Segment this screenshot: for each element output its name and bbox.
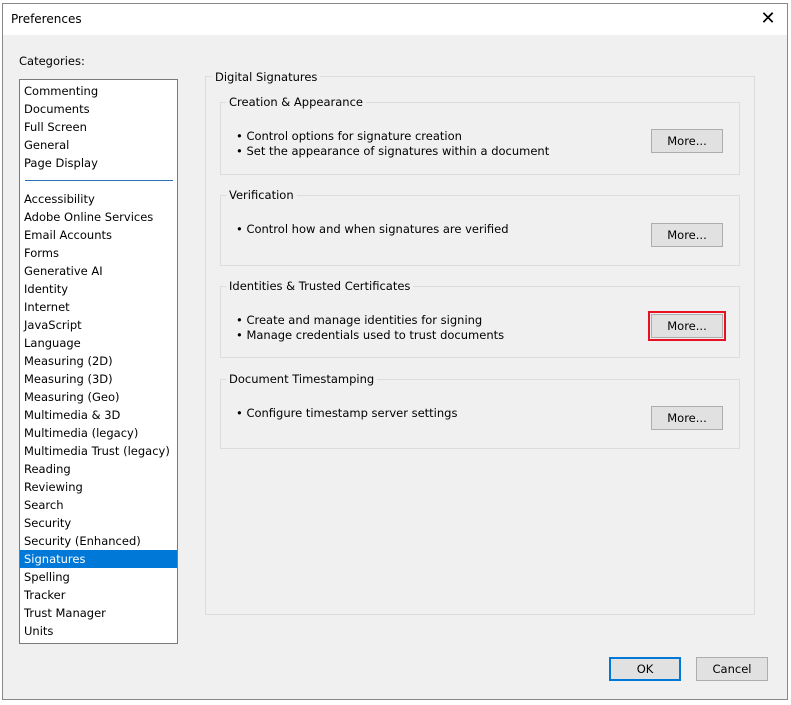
section-title: Document Timestamping [226, 372, 378, 386]
section-title: Verification [226, 188, 297, 202]
category-item[interactable]: Spelling [20, 568, 177, 586]
section-title: Identities & Trusted Certificates [226, 279, 414, 293]
section-title: Creation & Appearance [226, 95, 366, 109]
dialog-title: Preferences [11, 12, 82, 26]
category-item[interactable]: Documents [20, 100, 177, 118]
category-item[interactable]: Internet [20, 298, 177, 316]
section-line: • Set the appearance of signatures withi… [236, 144, 550, 158]
category-item[interactable]: Security (Enhanced) [20, 532, 177, 550]
section-line: • Create and manage identities for signi… [236, 313, 483, 327]
digital-signatures-group: Digital Signatures Creation & Appearance… [205, 70, 755, 615]
section-identities-certificates: Identities & Trusted Certificates • Crea… [220, 279, 740, 358]
preferences-dialog: Preferences ✕ Categories: Commenting Docu… [2, 3, 788, 700]
categories-label: Categories: [19, 54, 85, 68]
verification-more-button[interactable]: More... [651, 223, 723, 247]
creation-more-button[interactable]: More... [651, 129, 723, 153]
section-line: • Control options for signature creation [236, 129, 462, 143]
category-item[interactable]: Search [20, 496, 177, 514]
category-item[interactable]: Tracker [20, 586, 177, 604]
section-line: • Configure timestamp server settings [236, 406, 458, 420]
section-line: • Control how and when signatures are ve… [236, 222, 509, 236]
section-document-timestamping: Document Timestamping • Configure timest… [220, 372, 740, 449]
category-item[interactable]: Forms [20, 244, 177, 262]
section-creation-appearance: Creation & Appearance • Control options … [220, 95, 740, 175]
category-item[interactable]: Measuring (3D) [20, 370, 177, 388]
category-item[interactable]: Security [20, 514, 177, 532]
cancel-button[interactable]: Cancel [696, 657, 768, 681]
category-item[interactable]: Signatures [20, 550, 177, 568]
category-item[interactable]: Reviewing [20, 478, 177, 496]
category-item[interactable]: Trust Manager [20, 604, 177, 622]
category-item[interactable]: Commenting [20, 82, 177, 100]
category-item[interactable]: Generative AI [20, 262, 177, 280]
category-item[interactable]: Multimedia (legacy) [20, 424, 177, 442]
category-item[interactable]: Accessibility [20, 190, 177, 208]
category-item[interactable]: Full Screen [20, 118, 177, 136]
category-item[interactable]: Language [20, 334, 177, 352]
categories-list[interactable]: Commenting Documents Full Screen General Pag… [19, 79, 178, 644]
section-line: • Manage credentials used to trust docum… [236, 328, 505, 342]
category-item[interactable]: Multimedia & 3D [20, 406, 177, 424]
category-item[interactable]: Adobe Online Services [20, 208, 177, 226]
category-item[interactable]: Identity [20, 280, 177, 298]
category-item[interactable]: JavaScript [20, 316, 177, 334]
ok-button[interactable]: OK [609, 657, 681, 681]
close-icon[interactable]: ✕ [757, 8, 779, 30]
category-item[interactable]: Measuring (Geo) [20, 388, 177, 406]
group-title: Digital Signatures [212, 70, 321, 84]
category-item[interactable]: Email Accounts [20, 226, 177, 244]
category-item[interactable]: Units [20, 622, 177, 640]
category-item[interactable]: Measuring (2D) [20, 352, 177, 370]
identities-more-button[interactable]: More... [648, 311, 726, 341]
category-item[interactable]: Page Display [20, 154, 177, 172]
category-item[interactable]: Reading [20, 460, 177, 478]
list-divider [25, 180, 173, 181]
section-verification: Verification • Control how and when sign… [220, 188, 740, 266]
timestamping-more-button[interactable]: More... [651, 406, 723, 430]
title-bar: Preferences ✕ [3, 4, 787, 35]
category-item[interactable]: General [20, 136, 177, 154]
category-item[interactable]: Multimedia Trust (legacy) [20, 442, 177, 460]
